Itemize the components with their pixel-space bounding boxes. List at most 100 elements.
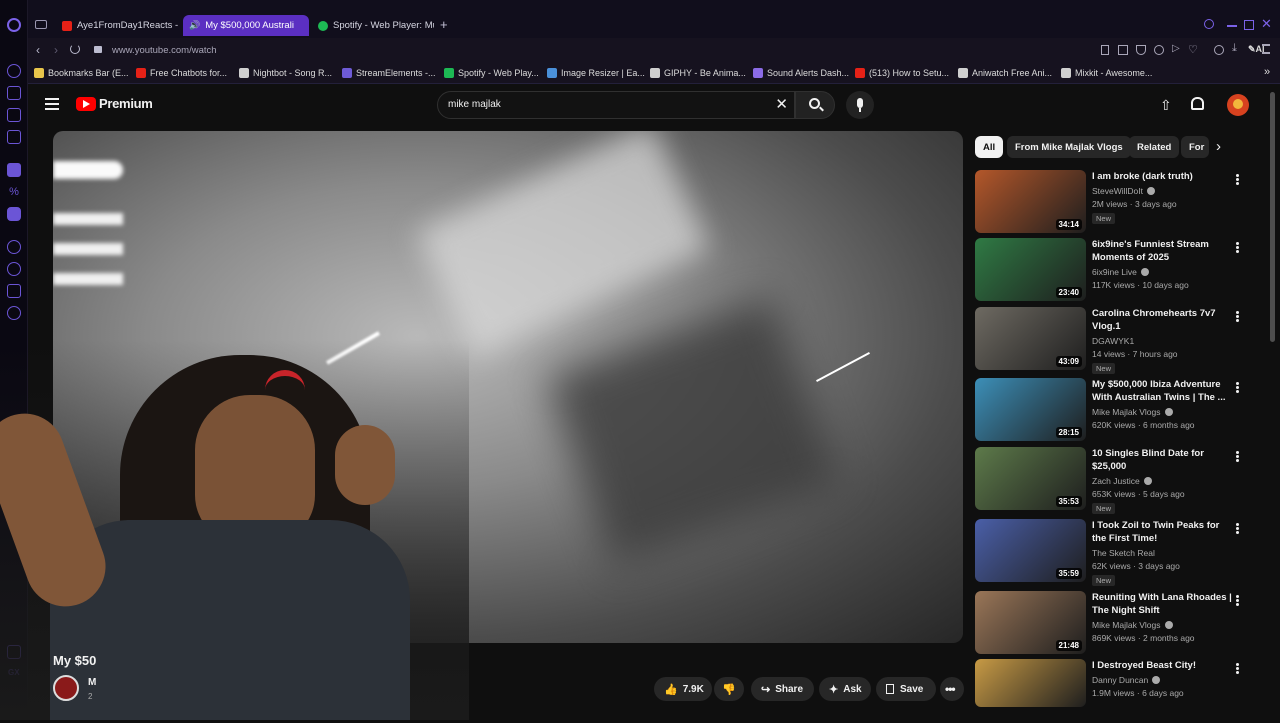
sidebar-gallery-icon[interactable] xyxy=(7,108,21,122)
save-button[interactable]: Save xyxy=(876,677,936,701)
recommended-video[interactable]: 35:53 10 Singles Blind Date for $25,000 Za… xyxy=(975,447,1255,514)
tab-search-icon[interactable] xyxy=(1204,19,1214,29)
more-options-icon[interactable] xyxy=(1234,522,1240,536)
bookmark-item[interactable]: Mixkit - Awesome... xyxy=(1061,68,1152,78)
more-options-icon[interactable] xyxy=(1234,594,1240,608)
easy-setup-icon[interactable] xyxy=(1262,44,1270,54)
bookmark-item[interactable]: Sound Alerts Dash... xyxy=(753,68,849,78)
chip-all[interactable]: All xyxy=(975,136,1004,158)
video-thumbnail[interactable]: 34:14 xyxy=(975,170,1086,233)
video-channel[interactable]: Mike Majlak Vlogs xyxy=(1092,620,1173,630)
notifications-bell-icon[interactable] xyxy=(1191,97,1204,110)
heart-icon[interactable]: ♡ xyxy=(1188,43,1198,56)
video-channel[interactable]: Zach Justice xyxy=(1092,476,1152,486)
like-button[interactable]: 👍 7.9K xyxy=(654,677,712,701)
bookmark-item[interactable]: Image Resizer | Ea... xyxy=(547,68,645,78)
download-icon[interactable]: ⤓ xyxy=(1232,42,1237,55)
video-title[interactable]: My $500,000 Ibiza Adventure With Austral… xyxy=(1092,378,1232,404)
recommended-video[interactable]: 28:15 My $500,000 Ibiza Adventure With Au… xyxy=(975,378,1255,442)
recommended-video[interactable]: 34:14 I am broke (dark truth) SteveWillDoI… xyxy=(975,170,1255,234)
sidebar-settings-icon[interactable] xyxy=(7,306,21,320)
chips-next-chevron-icon[interactable]: › xyxy=(1216,138,1221,155)
video-title[interactable]: Carolina Chromehearts 7v7 Vlog.1 xyxy=(1092,307,1232,333)
more-options-icon[interactable] xyxy=(1234,173,1240,187)
avatar[interactable] xyxy=(1227,94,1249,116)
more-options-icon[interactable] xyxy=(1234,310,1240,324)
scrollbar[interactable] xyxy=(1270,92,1275,342)
video-thumbnail[interactable]: 21:48 xyxy=(975,591,1086,654)
sidebar-notes-icon[interactable] xyxy=(7,130,21,144)
sidebar-discord-icon[interactable] xyxy=(7,207,21,221)
video-thumbnail[interactable] xyxy=(975,659,1086,707)
video-title[interactable]: I am broke (dark truth) xyxy=(1092,170,1232,183)
sidebar-percent-icon[interactable]: % xyxy=(7,185,21,199)
channel-avatar[interactable] xyxy=(53,675,79,701)
video-thumbnail[interactable]: 35:53 xyxy=(975,447,1086,510)
video-title[interactable]: I Destroyed Beast City! xyxy=(1092,659,1232,672)
channel-name[interactable]: M xyxy=(88,677,96,688)
recommended-video[interactable]: 23:40 6ix9ine's Funniest Stream Moments o… xyxy=(975,238,1255,302)
ask-button[interactable]: ✦ Ask xyxy=(819,677,871,701)
search-input[interactable]: mike majlak ✕ xyxy=(437,91,795,119)
recommended-video[interactable]: I Destroyed Beast City! Danny Duncan 1.9M … xyxy=(975,659,1255,723)
bookmark-item[interactable]: GIPHY - Be Anima... xyxy=(650,68,746,78)
bookmark-item[interactable]: Free Chatbots for... xyxy=(136,68,227,78)
chip-related[interactable]: Related xyxy=(1129,136,1180,158)
recommended-video[interactable]: 21:48 Reuniting With Lana Rhoades | The N… xyxy=(975,591,1255,655)
video-channel[interactable]: 6ix9ine Live xyxy=(1092,267,1149,277)
workspaces-icon[interactable] xyxy=(35,20,47,29)
tab-aye1fromday1reacts[interactable]: Aye1FromDay1Reacts - Yo xyxy=(56,15,178,36)
url-field[interactable]: www.youtube.com/watch xyxy=(112,45,217,56)
sidebar-history-icon[interactable] xyxy=(7,262,21,276)
video-title[interactable]: 6ix9ine's Funniest Stream Moments of 202… xyxy=(1092,238,1232,264)
vpn-badge-icon[interactable] xyxy=(1154,45,1164,55)
account-icon[interactable] xyxy=(1214,45,1224,55)
reload-icon[interactable] xyxy=(70,44,80,54)
tab-spotify[interactable]: Spotify - Web Player: Mus xyxy=(312,15,434,36)
video-channel[interactable]: Danny Duncan xyxy=(1092,675,1161,685)
play-icon[interactable]: ▷ xyxy=(1172,43,1180,54)
sidebar-wallet-icon[interactable] xyxy=(7,86,21,100)
upload-icon[interactable]: ⇧ xyxy=(1160,97,1172,114)
sidebar-aria-icon[interactable] xyxy=(7,64,21,78)
more-options-icon[interactable] xyxy=(1234,662,1240,676)
sidebar-player-icon[interactable] xyxy=(7,240,21,254)
audio-playing-icon[interactable]: 🔊 xyxy=(189,20,200,31)
bookmarks-overflow-icon[interactable]: » xyxy=(1264,66,1270,78)
video-thumbnail[interactable]: 28:15 xyxy=(975,378,1086,441)
dislike-button[interactable]: 👎 xyxy=(714,677,744,701)
adblock-shield-icon[interactable] xyxy=(1136,45,1146,55)
youtube-premium-logo[interactable]: Premium xyxy=(76,96,153,111)
back-icon[interactable]: ‹ xyxy=(36,43,40,57)
more-actions-button[interactable]: ••• xyxy=(940,677,964,701)
video-title[interactable]: I Took Zoil to Twin Peaks for the First … xyxy=(1092,519,1232,545)
video-thumbnail[interactable]: 23:40 xyxy=(975,238,1086,301)
video-channel[interactable]: Mike Majlak Vlogs xyxy=(1092,407,1173,417)
video-channel[interactable]: The Sketch Real xyxy=(1092,548,1155,558)
search-button[interactable] xyxy=(795,91,835,119)
recommended-video[interactable]: 43:09 Carolina Chromehearts 7v7 Vlog.1 DGA… xyxy=(975,307,1255,374)
bookmark-item[interactable]: Bookmarks Bar (E... xyxy=(34,68,129,78)
more-options-icon[interactable] xyxy=(1234,450,1240,464)
new-tab-plus-icon[interactable]: + xyxy=(440,17,448,32)
bookmark-item[interactable]: Nightbot - Song R... xyxy=(239,68,332,78)
minimize-icon[interactable] xyxy=(1227,25,1237,27)
bookmark-item[interactable]: (513) How to Setu... xyxy=(855,68,949,78)
sidebar-extensions-icon[interactable] xyxy=(7,284,21,298)
bookmark-item[interactable]: Aniwatch Free Ani... xyxy=(958,68,1052,78)
share-button[interactable]: ↪ Share xyxy=(751,677,814,701)
recommended-video[interactable]: 35:59 I Took Zoil to Twin Peaks for the F… xyxy=(975,519,1255,586)
chip-for-you[interactable]: For xyxy=(1181,136,1209,158)
video-thumbnail[interactable]: 43:09 xyxy=(975,307,1086,370)
voice-search-button[interactable] xyxy=(846,91,874,119)
bookmark-item[interactable]: Spotify - Web Play... xyxy=(444,68,539,78)
snapshot-icon[interactable] xyxy=(1118,45,1128,55)
bookmark-page-icon[interactable] xyxy=(1101,45,1109,55)
video-title[interactable]: Reuniting With Lana Rhoades | The Night … xyxy=(1092,591,1232,617)
more-options-icon[interactable] xyxy=(1234,381,1240,395)
chip-from-mike-majlak-vlogs[interactable]: From Mike Majlak Vlogs xyxy=(1007,136,1131,158)
opera-logo-icon[interactable] xyxy=(7,18,21,32)
maximize-icon[interactable] xyxy=(1244,20,1254,30)
video-title[interactable]: 10 Singles Blind Date for $25,000 xyxy=(1092,447,1232,473)
close-window-icon[interactable]: ✕ xyxy=(1261,16,1272,32)
